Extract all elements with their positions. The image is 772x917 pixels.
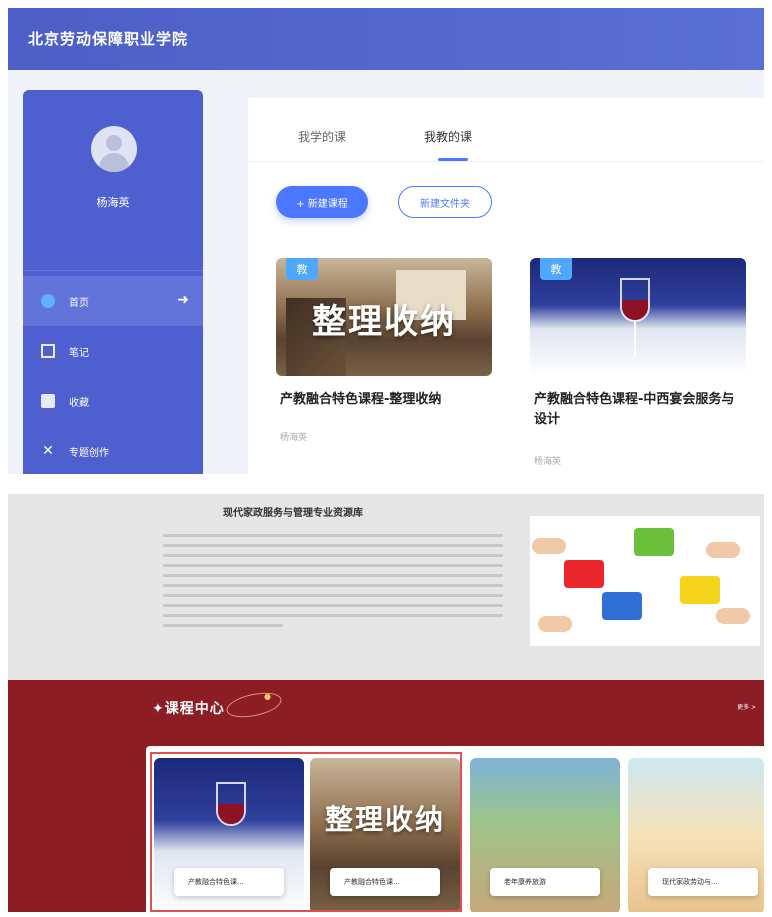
school-name[interactable]: 北京劳动保障职业学院	[28, 28, 188, 49]
text-line	[163, 624, 283, 627]
course-card[interactable]: 教 产教融合特色课程-中西宴会服务与设计 杨海英	[530, 258, 746, 468]
tabs-divider	[248, 161, 764, 162]
text-line	[163, 604, 503, 607]
text-line	[163, 534, 503, 537]
course-teacher: 杨海英	[534, 457, 562, 467]
course-cover-image[interactable]: 整理收纳 教	[276, 258, 492, 376]
text-line	[163, 554, 503, 557]
text-line	[163, 614, 503, 617]
text-line	[163, 574, 503, 577]
course-card[interactable]: 整理收纳 教 产教融合特色课程-整理收纳 杨海英	[276, 258, 492, 468]
course-center-title: ✦课程中心	[152, 701, 225, 717]
glass-stem-shape	[634, 322, 636, 356]
hand-shape	[538, 616, 572, 632]
avatar-head	[106, 135, 122, 151]
tab-learning[interactable]: 我学的课	[298, 128, 346, 145]
sidebar-item-create[interactable]: ✕ 专题创作	[23, 426, 203, 474]
puzzle-piece-red	[564, 560, 604, 588]
sidebar: 杨海英 首页 ➜ 笔记 收藏 ✕ 专题创作	[23, 90, 203, 474]
text-line	[163, 584, 503, 587]
cover-text: 整理收纳	[312, 302, 456, 342]
text-line	[163, 594, 503, 597]
avatar[interactable]	[91, 126, 137, 172]
sidebar-item-label: 收藏	[69, 397, 89, 409]
course-cover-image[interactable]: 教	[530, 258, 746, 376]
main-panel: 我学的课 我教的课 + 新建课程 新建文件夹 整理收纳 教 产教融合特色课程-整…	[248, 98, 764, 474]
arrow-right-icon: ➜	[177, 292, 189, 308]
resource-library-screen: 现代家政服务与管理专业资源库 ✦课程中心 ● 更多 > 产教融合特色课... 整…	[8, 494, 764, 912]
hand-shape	[716, 608, 750, 624]
course-center-section: ✦课程中心 ● 更多 > 产教融合特色课... 整理收纳 产教融合特色课... …	[8, 680, 764, 912]
about-section: 现代家政服务与管理专业资源库	[8, 494, 764, 680]
course-title[interactable]: 产教融合特色课程-整理收纳	[280, 390, 490, 410]
hand-shape	[706, 542, 740, 558]
sidebar-item-notes[interactable]: 笔记	[23, 326, 203, 376]
puzzle-piece-yellow	[680, 576, 720, 604]
sidebar-item-label: 首页	[69, 297, 89, 309]
star-icon: ●	[264, 692, 271, 701]
text-line	[163, 544, 503, 547]
hand-shape	[532, 538, 566, 554]
about-title: 现代家政服务与管理专业资源库	[223, 508, 363, 519]
text-line	[163, 564, 503, 567]
puzzle-illustration	[530, 516, 760, 646]
bookmark-icon	[41, 394, 55, 408]
teach-badge: 教	[540, 258, 572, 280]
more-link[interactable]: 更多 >	[737, 702, 756, 711]
puzzle-piece-green	[634, 528, 674, 556]
teach-badge: 教	[286, 258, 318, 280]
new-course-button[interactable]: + 新建课程	[276, 186, 368, 218]
course-center-card[interactable]: 现代家政劳动与...	[628, 758, 764, 912]
note-icon	[41, 344, 55, 358]
home-icon	[41, 294, 55, 308]
tab-teaching[interactable]: 我教的课	[424, 128, 472, 145]
course-center-card-label[interactable]: 老年康养旅游	[490, 868, 600, 896]
sidebar-item-label: 笔记	[69, 347, 89, 359]
course-teacher: 杨海英	[280, 433, 308, 443]
top-header: 北京劳动保障职业学院	[8, 8, 764, 70]
new-folder-button[interactable]: 新建文件夹	[398, 186, 492, 218]
create-icon: ✕	[42, 443, 54, 459]
sidebar-item-label: 专题创作	[69, 447, 109, 459]
course-center-card[interactable]: 老年康养旅游	[470, 758, 620, 912]
sidebar-divider	[23, 270, 203, 271]
sidebar-item-home[interactable]: 首页 ➜	[23, 276, 203, 326]
course-center-card-label[interactable]: 现代家政劳动与...	[648, 868, 758, 896]
platform-screen: 北京劳动保障职业学院 杨海英 首页 ➜ 笔记 收藏 ✕ 专题创作 我学的课 我教…	[8, 8, 764, 474]
sidebar-item-favorites[interactable]: 收藏	[23, 376, 203, 426]
username: 杨海英	[96, 196, 130, 209]
orbit-decoration	[224, 688, 284, 722]
course-title[interactable]: 产教融合特色课程-中西宴会服务与设计	[534, 390, 744, 430]
puzzle-piece-blue	[602, 592, 642, 620]
avatar-body	[99, 153, 129, 172]
selected-card-highlight	[150, 752, 462, 912]
